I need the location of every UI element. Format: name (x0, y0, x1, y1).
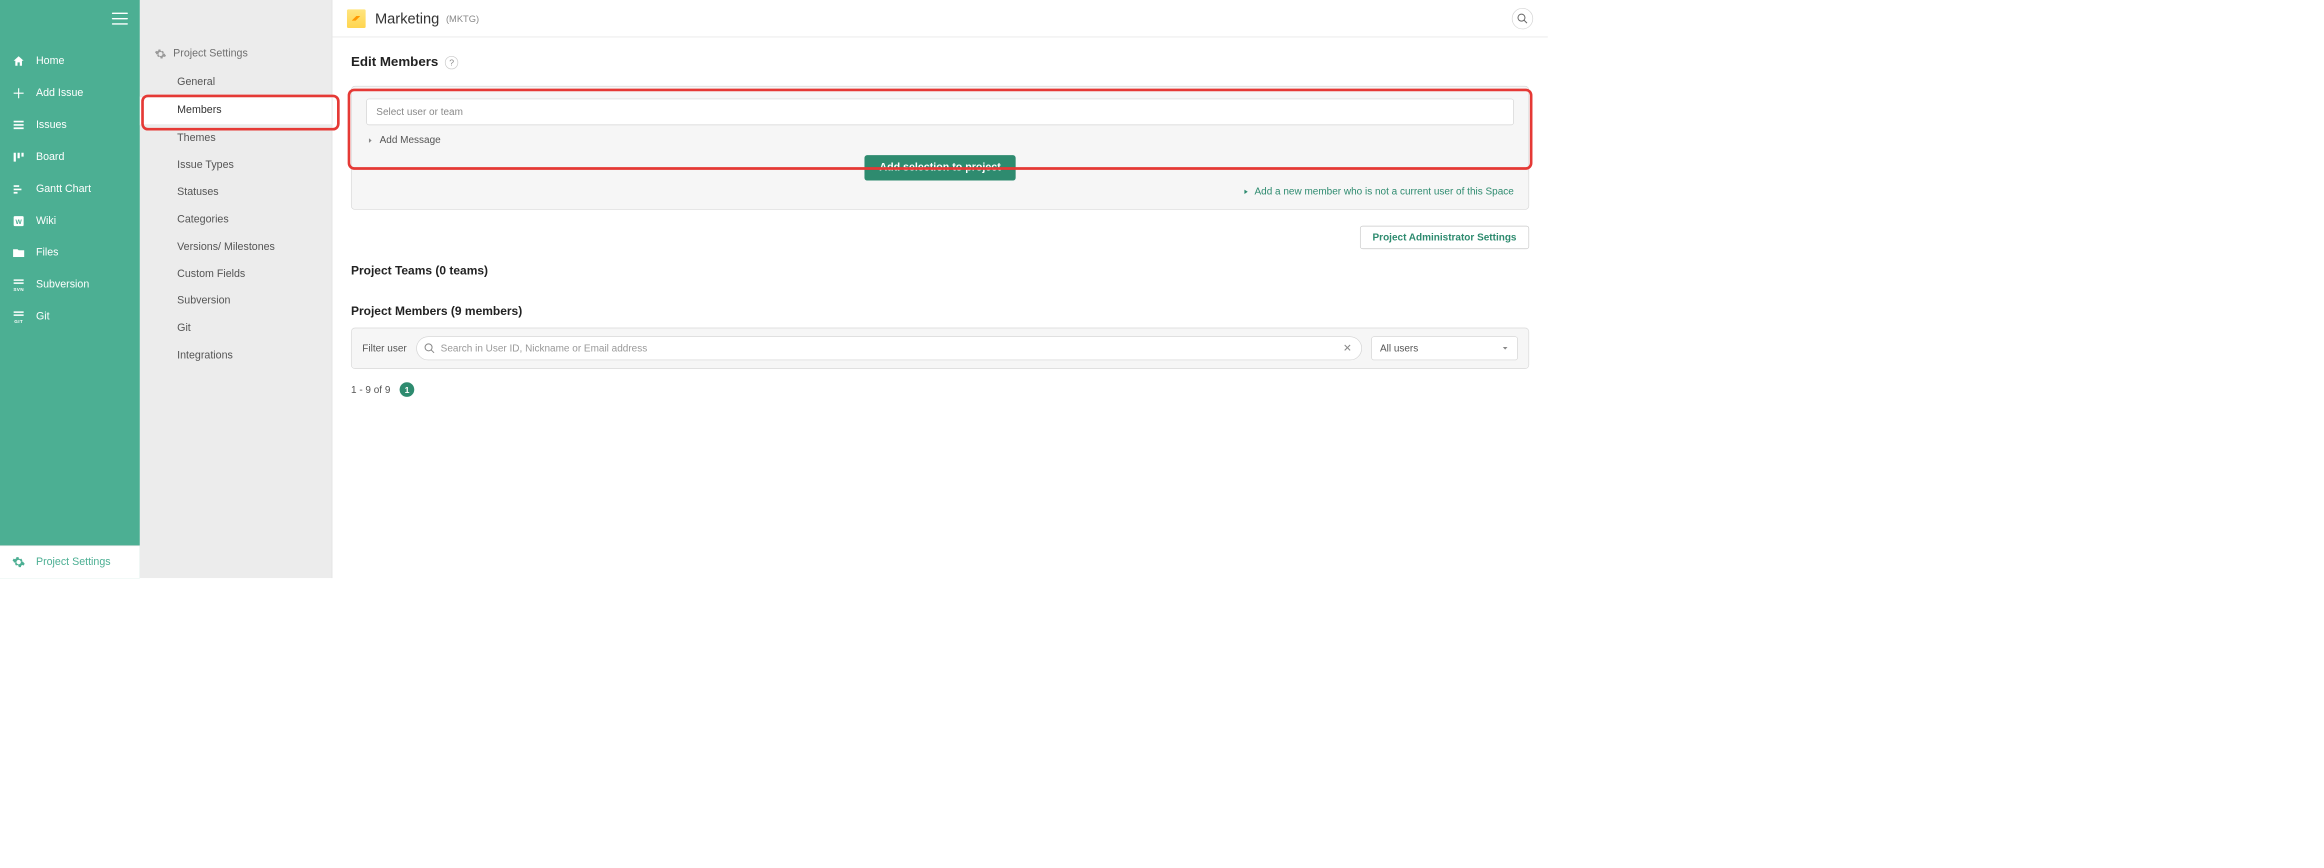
project-admin-settings-button[interactable]: Project Administrator Settings (1360, 226, 1529, 249)
add-new-member-row: Add a new member who is not a current us… (366, 186, 1514, 197)
settings-item-git[interactable]: Git (140, 315, 332, 342)
nav-label: Issues (36, 119, 67, 131)
nav-item-gantt[interactable]: Gantt Chart (0, 173, 140, 205)
nav-label: Board (36, 151, 64, 163)
settings-item-label: Git (177, 322, 191, 333)
nav-item-home[interactable]: Home (0, 45, 140, 77)
settings-item-custom-fields[interactable]: Custom Fields (140, 261, 332, 288)
chevron-right-icon (366, 136, 374, 144)
wiki-icon: W (11, 213, 27, 229)
settings-item-general[interactable]: General (140, 69, 332, 96)
board-icon (11, 149, 27, 165)
plus-icon (11, 85, 27, 101)
page-title: Edit Members (351, 55, 438, 70)
settings-list: General Members Themes Issue Types Statu… (140, 69, 332, 369)
nav-item-files[interactable]: Files (0, 237, 140, 269)
add-selection-button[interactable]: Add selection to project (865, 155, 1016, 180)
settings-item-integrations[interactable]: Integrations (140, 342, 332, 369)
svg-text:W: W (15, 219, 22, 226)
content: Edit Members ? Add Message Add selection… (332, 37, 1547, 578)
files-icon (11, 245, 27, 261)
search-button[interactable] (1512, 8, 1533, 29)
project-members-heading: Project Members (9 members) (351, 304, 1529, 318)
page-current[interactable]: 1 (400, 382, 415, 397)
page-title-row: Edit Members ? (351, 55, 1529, 70)
gantt-icon (11, 181, 27, 197)
settings-item-label: Members (177, 104, 221, 115)
nav-item-git[interactable]: GIT Git (0, 301, 140, 333)
settings-item-label: Subversion (177, 295, 230, 306)
project-teams-heading: Project Teams (0 teams) (351, 264, 1529, 278)
home-icon (11, 53, 27, 69)
settings-item-statuses[interactable]: Statuses (140, 179, 332, 206)
settings-header: Project Settings (140, 48, 332, 69)
nav-item-wiki[interactable]: W Wiki (0, 205, 140, 237)
project-key: (MKTG) (446, 13, 479, 24)
nav-label: Wiki (36, 215, 56, 227)
nav-list: Home Add Issue Issues Board Gantt Chart … (0, 37, 140, 545)
gear-icon (155, 48, 167, 60)
nav-label: Project Settings (36, 556, 111, 568)
settings-item-versions[interactable]: Versions/ Milestones (140, 234, 332, 261)
nav-item-board[interactable]: Board (0, 141, 140, 173)
add-member-box: Add Message Add selection to project Add… (351, 86, 1529, 210)
filter-box: Filter user ✕ All users (351, 328, 1529, 369)
search-icon (423, 342, 435, 354)
settings-item-subversion[interactable]: Subversion (140, 288, 332, 315)
filter-select-value: All users (1380, 343, 1418, 354)
pager-text: 1 - 9 of 9 (351, 384, 390, 395)
settings-item-label: Versions/ Milestones (177, 241, 275, 252)
add-message-label: Add Message (380, 135, 441, 146)
nav-item-svn[interactable]: SVN Subversion (0, 269, 140, 301)
nav-item-project-settings[interactable]: Project Settings (0, 545, 140, 578)
triangle-right-icon (1243, 188, 1250, 195)
project-icon (347, 9, 366, 28)
clear-filter-icon[interactable]: ✕ (1340, 342, 1354, 355)
filter-users-select[interactable]: All users (1371, 336, 1518, 360)
add-message-toggle[interactable]: Add Message (366, 135, 1514, 146)
list-icon (11, 117, 27, 133)
nav-label: Home (36, 55, 64, 67)
settings-item-label: Integrations (177, 350, 233, 361)
settings-item-label: Custom Fields (177, 268, 245, 279)
settings-item-label: Statuses (177, 187, 218, 198)
svn-icon: SVN (11, 277, 27, 293)
settings-panel: Project Settings General Members Themes … (140, 0, 332, 578)
nav-item-add-issue[interactable]: Add Issue (0, 77, 140, 109)
settings-item-label: General (177, 77, 215, 88)
settings-item-members[interactable]: Members (140, 96, 332, 125)
topbar: Marketing (MKTG) (332, 0, 1547, 37)
add-new-member-link[interactable]: Add a new member who is not a current us… (1254, 186, 1513, 197)
pager-row: 1 - 9 of 9 1 (351, 382, 1529, 397)
settings-item-categories[interactable]: Categories (140, 206, 332, 233)
admin-button-row: Project Administrator Settings (351, 226, 1529, 249)
hamburger-icon[interactable] (112, 13, 128, 25)
settings-header-label: Project Settings (173, 48, 248, 60)
search-icon (1516, 12, 1528, 24)
select-user-input[interactable] (366, 99, 1514, 126)
nav-label: Subversion (36, 279, 89, 291)
filter-input-wrap: ✕ (416, 336, 1362, 360)
git-icon: GIT (11, 309, 27, 325)
settings-item-label: Issue Types (177, 159, 234, 170)
settings-item-themes[interactable]: Themes (140, 125, 332, 152)
filter-label: Filter user (362, 343, 406, 354)
nav-item-issues[interactable]: Issues (0, 109, 140, 141)
sidebar-top (0, 0, 140, 37)
settings-item-label: Themes (177, 132, 215, 143)
sidebar: Home Add Issue Issues Board Gantt Chart … (0, 0, 140, 578)
nav-label: Gantt Chart (36, 183, 91, 195)
nav-label: Files (36, 247, 58, 259)
main: Marketing (MKTG) Edit Members ? Add Mess… (332, 0, 1547, 578)
nav-label: Add Issue (36, 87, 83, 99)
chevron-down-icon (1501, 344, 1509, 352)
help-icon[interactable]: ? (445, 56, 458, 69)
project-title: Marketing (375, 10, 439, 27)
nav-label: Git (36, 311, 50, 323)
gear-icon (11, 554, 27, 570)
settings-item-label: Categories (177, 214, 229, 225)
filter-user-input[interactable] (441, 343, 1341, 354)
settings-item-issue-types[interactable]: Issue Types (140, 152, 332, 179)
